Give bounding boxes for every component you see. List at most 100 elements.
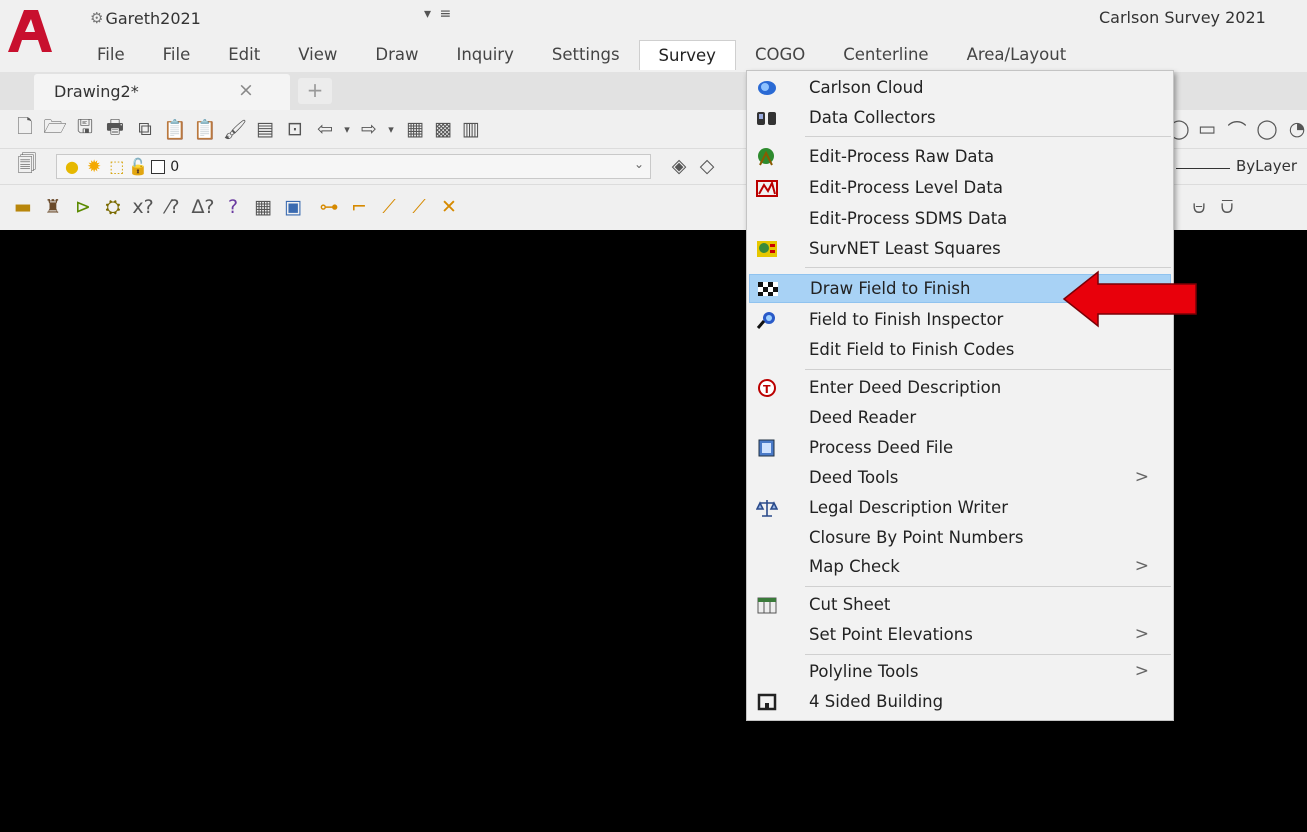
match-properties-icon[interactable]: 🖌 xyxy=(223,118,247,141)
menu-draw[interactable]: Draw xyxy=(356,40,437,70)
app-logo-icon[interactable] xyxy=(4,6,56,56)
arc-icon[interactable]: ⌒ xyxy=(1226,118,1248,142)
menu-item-process-deed-file[interactable]: Process Deed File xyxy=(749,434,1171,463)
menu-inquiry[interactable]: Inquiry xyxy=(437,40,532,70)
submenu-arrow-icon: > xyxy=(1134,624,1149,644)
curve-inquiry-icon[interactable]: ⁄? xyxy=(162,196,184,218)
inverse-icon[interactable]: ⛭ xyxy=(102,196,124,218)
lock-icon: 🔓 xyxy=(128,157,149,176)
menu-item-edit-process-raw-data[interactable]: Edit-Process Raw Data xyxy=(749,143,1171,172)
insert-icon[interactable]: ⊡ xyxy=(284,118,306,140)
menu-centerline[interactable]: Centerline xyxy=(824,40,947,70)
redo-dropdown-icon[interactable]: ▾ xyxy=(380,118,402,140)
annotation-arrow-icon xyxy=(1062,270,1197,328)
layer-previous-icon[interactable]: ◇ xyxy=(696,155,718,177)
profile-name: Gareth2021 xyxy=(105,8,201,28)
linetype-value[interactable]: ByLayer xyxy=(1236,157,1297,175)
menu-item-4-sided-building[interactable]: 4 Sided Building xyxy=(749,688,1171,717)
menu-item-map-check[interactable]: Map Check > xyxy=(749,553,1171,582)
measure-icon[interactable]: ▬ xyxy=(12,196,34,218)
undo-icon[interactable]: ⇦ xyxy=(314,118,336,140)
menu-bar: File File Edit View Draw Inquiry Setting… xyxy=(78,40,1085,70)
menu-view[interactable]: View xyxy=(279,40,356,70)
new-file-icon[interactable]: 🗋 xyxy=(14,116,36,140)
print-icon[interactable]: 🖶 xyxy=(104,116,126,140)
intersect-icon[interactable]: ✕ xyxy=(438,196,460,218)
new-tab-button[interactable]: + xyxy=(298,78,332,104)
bearing-inquiry-icon[interactable]: ? xyxy=(222,196,244,218)
paste-icon[interactable]: 📋 xyxy=(163,118,187,141)
redo-icon[interactable]: ⇨ xyxy=(358,118,380,140)
surveyor-icon[interactable]: ♜ xyxy=(42,196,64,218)
layer-color-swatch xyxy=(151,159,166,174)
lightbulb-icon: ● xyxy=(65,157,79,176)
menu-settings[interactable]: Settings xyxy=(533,40,639,70)
angle-inquiry-icon[interactable]: ∆? xyxy=(192,196,215,218)
rectangle-icon[interactable]: ▭ xyxy=(1196,118,1218,140)
menu-area-layout[interactable]: Area/Layout xyxy=(948,40,1086,70)
layer-dropdown[interactable]: ● ✹ ⬚ 🔓 0 ⌄ xyxy=(56,154,651,179)
block-editor-icon[interactable]: ▤ xyxy=(254,118,276,140)
menu-edit[interactable]: Edit xyxy=(209,40,279,70)
zoom-icon[interactable]: ◔ xyxy=(1286,118,1307,140)
menu-item-edit-process-sdms-data[interactable]: Edit-Process SDMS Data xyxy=(749,205,1171,234)
open-file-icon[interactable]: 🗁 xyxy=(43,116,67,140)
scales-icon xyxy=(756,498,778,518)
menu-item-enter-deed-description[interactable]: T Enter Deed Description xyxy=(749,374,1171,403)
properties-icon[interactable]: ▦ xyxy=(404,118,426,140)
cut-sheet-icon xyxy=(756,595,778,615)
design-center-icon[interactable]: ▩ xyxy=(432,118,454,140)
menu-file[interactable]: File xyxy=(78,40,144,70)
tool-palette-icon[interactable]: ▥ xyxy=(460,118,482,140)
magnet-icon[interactable]: ⩂ xyxy=(1216,196,1238,218)
level-data-icon xyxy=(756,178,778,198)
data-collector-icon xyxy=(756,108,778,128)
copy-icon[interactable]: ⧉ xyxy=(134,118,156,140)
coordinate-icon[interactable]: ▣ xyxy=(282,196,304,218)
close-icon[interactable]: × xyxy=(238,79,254,101)
menu-survey[interactable]: Survey xyxy=(638,40,736,70)
tab-drawing2[interactable]: Drawing2* × xyxy=(34,74,290,110)
viewport-freeze-icon: ⬚ xyxy=(109,157,125,176)
menu-item-edit-process-level-data[interactable]: Edit-Process Level Data xyxy=(749,174,1171,203)
no-edit-icon[interactable]: ⩁ xyxy=(1188,196,1210,218)
menu-item-data-collectors[interactable]: Data Collectors xyxy=(749,104,1171,133)
layer-properties-icon[interactable]: 🗐 xyxy=(16,153,38,177)
traverse-icon[interactable]: ⊳ xyxy=(72,196,94,218)
menu-item-closure-by-point-numbers[interactable]: Closure By Point Numbers xyxy=(749,524,1171,553)
checkered-flag-icon xyxy=(757,279,779,299)
menu-item-carlson-cloud[interactable]: Carlson Cloud xyxy=(749,74,1171,103)
menu-cogo[interactable]: COGO xyxy=(736,40,824,70)
make-current-icon[interactable]: ◈ xyxy=(668,155,690,177)
cloud-icon xyxy=(756,78,778,98)
diagonal-line-icon[interactable]: ⟋ xyxy=(378,196,400,218)
submenu-arrow-icon: > xyxy=(1134,556,1149,576)
raw-data-icon xyxy=(756,147,778,167)
menu-item-set-point-elevations[interactable]: Set Point Elevations > xyxy=(749,621,1171,650)
submenu-arrow-icon: > xyxy=(1134,467,1149,487)
undo-dropdown-icon[interactable]: ▾ xyxy=(336,118,358,140)
slope-line-icon[interactable]: ⟋ xyxy=(408,196,430,218)
menu-item-deed-tools[interactable]: Deed Tools > xyxy=(749,464,1171,493)
menu-item-legal-description-writer[interactable]: Legal Description Writer xyxy=(749,494,1171,523)
point-inquiry-icon[interactable]: x? xyxy=(132,196,154,218)
paste-special-icon[interactable]: 📋 xyxy=(193,118,217,141)
inspector-icon xyxy=(756,310,778,330)
survnet-icon xyxy=(756,239,778,259)
menu-item-deed-reader[interactable]: Deed Reader xyxy=(749,404,1171,433)
menu-item-edit-field-to-finish-codes[interactable]: Edit Field to Finish Codes xyxy=(749,336,1171,365)
linetype-sample xyxy=(1176,168,1230,169)
building-icon xyxy=(756,692,778,712)
workspace-profile[interactable]: ⚙ Gareth2021 xyxy=(90,6,201,30)
save-icon[interactable]: 🖫 xyxy=(74,116,96,140)
polyline-icon[interactable]: ⌐ xyxy=(348,196,370,218)
menu-file-2[interactable]: File xyxy=(144,40,210,70)
quick-access-dropdown-icon[interactable]: ▾ ≡ xyxy=(424,6,453,22)
calculator-icon[interactable]: ▦ xyxy=(252,196,274,218)
title-bar: ⚙ Gareth2021 ▾ ≡ Carlson Survey 2021 Fil… xyxy=(0,0,1307,72)
menu-item-cut-sheet[interactable]: Cut Sheet xyxy=(749,591,1171,620)
menu-item-survnet-least-squares[interactable]: SurvNET Least Squares xyxy=(749,235,1171,264)
menu-item-polyline-tools[interactable]: Polyline Tools > xyxy=(749,658,1171,687)
line-icon[interactable]: ⊶ xyxy=(318,196,340,218)
circle-icon[interactable]: ◯ xyxy=(1256,118,1278,140)
